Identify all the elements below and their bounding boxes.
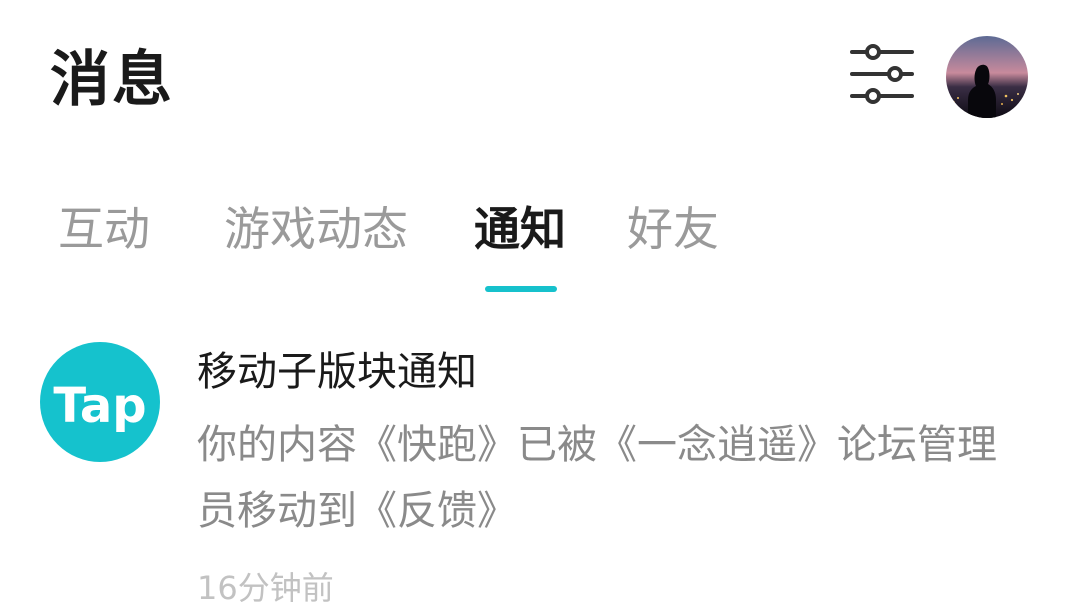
message-tabs: 互动 游戏动态 通知 好友: [0, 196, 1080, 296]
taptap-logo: Tap: [40, 342, 160, 462]
notification-body: 你的内容《快跑》已被《一念逍遥》论坛管理员移动到《反馈》: [197, 422, 997, 534]
tab-notifications[interactable]: 通知: [474, 196, 566, 262]
tab-interaction[interactable]: 互动: [58, 196, 150, 262]
tab-friends[interactable]: 好友: [627, 196, 719, 262]
tab-game-updates[interactable]: 游戏动态: [224, 196, 408, 262]
notification-title: 移动子版块通知: [197, 349, 477, 395]
sliders-icon: [850, 44, 914, 104]
tap-logo-text: Tap: [53, 378, 146, 434]
page-title: 消息: [50, 45, 174, 115]
notification-item[interactable]: Tap 移动子版块通知 你的内容《快跑》已被《一念逍遥》论坛管理员移动到《反馈》…: [0, 330, 1080, 606]
notification-time: 16分钟前: [197, 569, 334, 606]
filter-settings-button[interactable]: [848, 42, 916, 106]
messages-screen: 消息 互动 游戏动态 通知 好友 Tap 移动子版块通知 你的内容《快跑》已被《…: [0, 0, 1080, 606]
active-tab-indicator: [485, 286, 557, 292]
avatar-photo: [946, 36, 1028, 118]
user-avatar[interactable]: [946, 36, 1028, 118]
